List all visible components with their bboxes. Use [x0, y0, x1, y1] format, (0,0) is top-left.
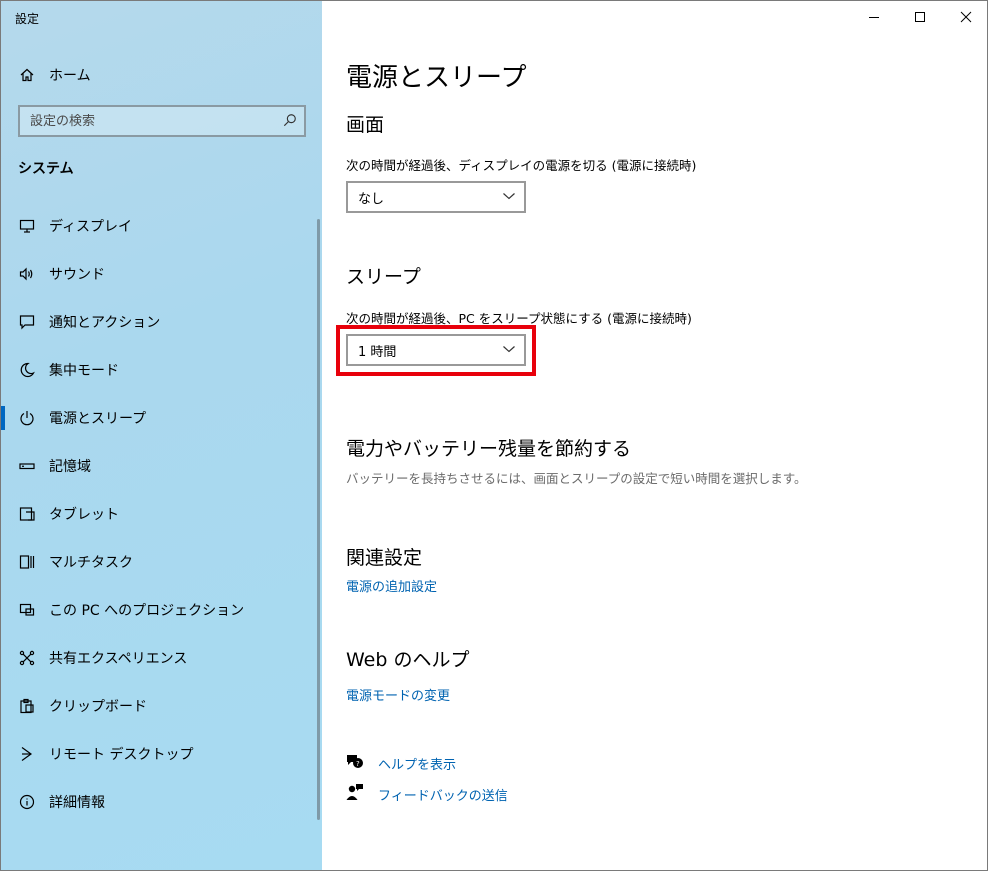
power-mode-link[interactable]: 電源モードの変更	[346, 685, 450, 704]
sidebar-item-multitask[interactable]: マルチタスク	[1, 538, 322, 586]
maximize-button[interactable]	[897, 1, 943, 33]
settings-window: 設定 ホーム システム ディスプレイ	[0, 0, 988, 871]
sidebar-item-tablet[interactable]: タブレット	[1, 490, 322, 538]
home-icon	[18, 66, 36, 84]
chevron-down-icon	[502, 343, 516, 358]
sidebar-item-label: クリップボード	[49, 699, 147, 715]
display-icon	[18, 217, 36, 235]
screen-timeout-dropdown[interactable]: なし	[346, 181, 526, 213]
remote-desktop-icon	[18, 745, 36, 763]
close-icon	[960, 8, 972, 27]
sidebar-item-projection[interactable]: この PC へのプロジェクション	[1, 586, 322, 634]
sidebar-item-clipboard[interactable]: クリップボード	[1, 682, 322, 730]
search-input[interactable]	[30, 113, 270, 129]
multitask-icon	[18, 553, 36, 571]
page-title: 電源とスリープ	[346, 63, 527, 93]
battery-description: バッテリーを長持ちさせるには、画面とスリープの設定で短い時間を選択します。	[346, 471, 807, 486]
sidebar-item-label: マルチタスク	[49, 555, 133, 571]
svg-text:?: ?	[356, 760, 360, 768]
feedback-link[interactable]: フィードバックの送信	[378, 785, 508, 804]
sidebar-item-power[interactable]: 電源とスリープ	[1, 394, 322, 442]
sidebar-item-focus[interactable]: 集中モード	[1, 346, 322, 394]
sound-icon	[18, 265, 36, 283]
sidebar-item-about[interactable]: 詳細情報	[1, 778, 322, 826]
feedback-row[interactable]: フィードバックの送信	[346, 783, 508, 805]
sidebar-item-home[interactable]: ホーム	[1, 59, 322, 91]
close-button[interactable]	[943, 1, 987, 33]
show-help-link[interactable]: ヘルプを表示	[378, 754, 456, 773]
feedback-icon	[346, 783, 378, 805]
projection-icon	[18, 601, 36, 619]
sidebar-item-label: ディスプレイ	[49, 219, 133, 235]
power-icon	[18, 409, 36, 427]
sidebar-item-label: 通知とアクション	[49, 315, 161, 331]
sidebar-item-display[interactable]: ディスプレイ	[1, 202, 322, 250]
additional-power-settings-link[interactable]: 電源の追加設定	[346, 576, 437, 595]
sidebar-item-label: 電源とスリープ	[49, 411, 147, 427]
show-help-row[interactable]: ? ヘルプを表示	[346, 752, 456, 774]
section-label: システム	[18, 161, 74, 177]
dropdown-value: 1 時間	[358, 344, 397, 360]
tablet-icon	[18, 505, 36, 523]
sleep-timeout-dropdown[interactable]: 1 時間	[346, 334, 526, 366]
sidebar-item-label: タブレット	[49, 507, 119, 523]
sidebar-item-label: 記憶域	[49, 459, 91, 475]
minimize-icon	[868, 8, 880, 27]
search-box[interactable]	[18, 105, 306, 137]
sidebar-item-label: 共有エクスペリエンス	[49, 651, 188, 667]
related-settings-heading: 関連設定	[346, 547, 423, 569]
search-icon[interactable]	[283, 112, 297, 131]
screen-heading: 画面	[346, 114, 385, 136]
sidebar: 設定 ホーム システム ディスプレイ	[1, 1, 322, 870]
sleep-heading: スリープ	[346, 266, 421, 288]
clipboard-icon	[18, 697, 36, 715]
minimize-button[interactable]	[851, 1, 897, 33]
app-title: 設定	[15, 12, 40, 26]
sidebar-item-storage[interactable]: 記憶域	[1, 442, 322, 490]
sidebar-scrollbar[interactable]	[317, 219, 320, 820]
web-help-heading: Web のヘルプ	[346, 649, 470, 671]
sidebar-item-label: サウンド	[49, 267, 105, 283]
notification-icon	[18, 313, 36, 331]
maximize-icon	[914, 8, 926, 27]
dropdown-value: なし	[358, 191, 385, 207]
share-icon	[18, 649, 36, 667]
sidebar-item-remote-desktop[interactable]: リモート デスクトップ	[1, 730, 322, 778]
sidebar-item-label: 集中モード	[49, 363, 119, 379]
sidebar-item-label: リモート デスクトップ	[49, 747, 194, 763]
chevron-down-icon	[502, 190, 516, 205]
sidebar-nav: ディスプレイ サウンド 通知とアクション 集中モード 電源とスリープ 記憶域 タ…	[1, 202, 322, 826]
sidebar-item-shared[interactable]: 共有エクスペリエンス	[1, 634, 322, 682]
info-icon	[18, 793, 36, 811]
sidebar-item-label: 詳細情報	[49, 795, 105, 811]
battery-heading: 電力やバッテリー残量を節約する	[346, 438, 632, 460]
screen-description: 次の時間が経過後、ディスプレイの電源を切る (電源に接続時)	[346, 158, 697, 173]
sidebar-item-label: この PC へのプロジェクション	[49, 603, 245, 619]
moon-icon	[18, 361, 36, 379]
help-chat-icon: ?	[346, 752, 378, 774]
sidebar-item-notifications[interactable]: 通知とアクション	[1, 298, 322, 346]
sidebar-item-label: ホーム	[49, 68, 91, 84]
sidebar-item-sound[interactable]: サウンド	[1, 250, 322, 298]
storage-icon	[18, 457, 36, 475]
